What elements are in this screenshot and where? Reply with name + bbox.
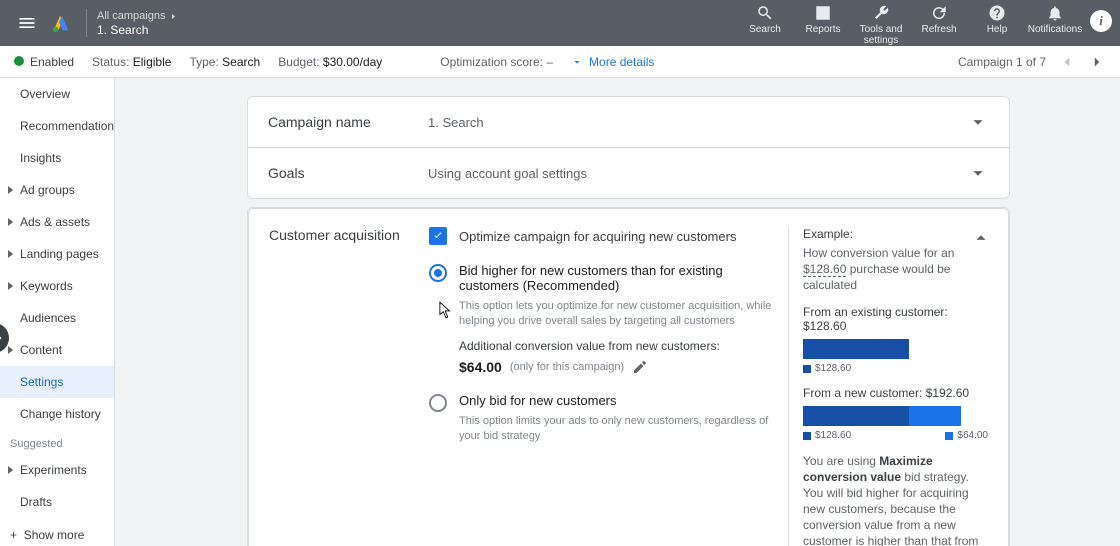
wrench-icon	[872, 4, 890, 22]
divider	[86, 9, 87, 37]
bell-icon	[1046, 4, 1064, 22]
example-panel: Example: How conversion value for an $12…	[788, 227, 988, 546]
prev-campaign-button	[1058, 53, 1076, 71]
example-note: You are using Maximize conversion value …	[803, 453, 988, 546]
chevron-down-icon[interactable]	[967, 162, 989, 184]
tool-notifications[interactable]: Notifications	[1026, 4, 1084, 35]
goals-row[interactable]: Goals Using account goal settings	[248, 147, 1009, 198]
tool-tools-settings[interactable]: Tools and settings	[852, 4, 910, 46]
sidebar-show-more[interactable]: + Show more	[0, 518, 114, 546]
top-header: All campaigns 1. Search Search Reports T…	[0, 0, 1120, 46]
campaign-pager-text: Campaign 1 of 7	[958, 55, 1046, 69]
sidebar-item-keywords[interactable]: Keywords	[0, 270, 114, 302]
breadcrumb[interactable]: All campaigns 1. Search	[97, 9, 178, 37]
radio-selected-icon[interactable]	[429, 264, 447, 282]
breadcrumb-current[interactable]: 1. Search	[97, 23, 178, 37]
sidebar-item-recommendations[interactable]: Recommendations	[0, 110, 114, 142]
next-campaign-button[interactable]	[1088, 53, 1106, 71]
help-icon	[988, 4, 1006, 22]
tool-help[interactable]: Help	[968, 4, 1026, 35]
sidebar-item-settings[interactable]: Settings	[0, 366, 114, 398]
sidebar-item-overview[interactable]: Overview	[0, 78, 114, 110]
chevron-up-icon[interactable]	[970, 227, 992, 249]
more-details-toggle[interactable]: More details	[571, 55, 654, 69]
sidebar-item-ad-groups[interactable]: Ad groups	[0, 174, 114, 206]
sidebar-item-experiments[interactable]: Experiments	[0, 454, 114, 486]
chevron-down-icon	[571, 56, 583, 68]
sidebar-item-insights[interactable]: Insights	[0, 142, 114, 174]
sidebar-item-landing-pages[interactable]: Landing pages	[0, 238, 114, 270]
search-icon	[756, 4, 774, 22]
chevron-right-icon	[169, 12, 178, 21]
type: Type: Search	[189, 55, 260, 69]
option-bid-higher-row[interactable]: Bid higher for new customers than for ex…	[429, 263, 776, 375]
chevron-right-icon	[0, 332, 6, 344]
example-desc: How conversion value for an $128.60 purc…	[803, 245, 988, 293]
radio-unselected-icon[interactable]	[429, 394, 447, 412]
tool-search[interactable]: Search	[736, 4, 794, 35]
body-area: Overview Recommendations Insights Ad gro…	[0, 78, 1120, 546]
breadcrumb-top[interactable]: All campaigns	[97, 9, 165, 23]
menu-icon[interactable]	[8, 0, 46, 46]
card-options: Optimize campaign for acquiring new cust…	[429, 227, 788, 546]
settings-panels: Campaign name 1. Search Goals Using acco…	[247, 96, 1010, 199]
status-enabled[interactable]: Enabled	[14, 55, 74, 69]
additional-value: $64.00 (only for this campaign)	[459, 359, 776, 375]
sidebar-suggested-label: Suggested	[0, 430, 114, 454]
existing-bar: $128.60	[803, 339, 988, 374]
status-bar: Enabled Status: Eligible Type: Search Bu…	[0, 46, 1120, 78]
optimize-checkbox-row[interactable]: Optimize campaign for acquiring new cust…	[429, 227, 776, 245]
tool-reports[interactable]: Reports	[794, 4, 852, 35]
bar-chart-icon	[814, 4, 832, 22]
checkbox-checked-icon[interactable]	[429, 227, 447, 245]
mouse-cursor-icon	[439, 301, 453, 319]
edit-icon[interactable]	[632, 359, 648, 375]
campaign-name-row[interactable]: Campaign name 1. Search	[248, 97, 1009, 147]
google-ads-logo	[46, 0, 76, 46]
sidebar-item-ads-assets[interactable]: Ads & assets	[0, 206, 114, 238]
refresh-icon	[930, 4, 948, 22]
main-content: Campaign name 1. Search Goals Using acco…	[115, 78, 1120, 546]
info-badge[interactable]: i	[1090, 10, 1112, 32]
sidebar-item-audiences[interactable]: Audiences	[0, 302, 114, 334]
header-tools: Search Reports Tools and settings Refres…	[736, 0, 1112, 46]
sidebar-item-content[interactable]: Content	[0, 334, 114, 366]
tool-refresh[interactable]: Refresh	[910, 4, 968, 35]
status-dot-icon	[14, 56, 24, 66]
customer-acquisition-card: Customer acquisition Optimize campaign f…	[247, 207, 1010, 546]
sidebar-item-drafts[interactable]: Drafts	[0, 486, 114, 518]
new-bar: $128.60$64.00	[803, 406, 988, 441]
sidebar-item-change-history[interactable]: Change history	[0, 398, 114, 430]
section-title: Customer acquisition	[269, 227, 429, 546]
optimization-score: Optimization score: –	[440, 55, 553, 69]
budget: Budget: $30.00/day	[278, 55, 382, 69]
option-only-new-row[interactable]: Only bid for new customers This option l…	[429, 393, 776, 444]
left-sidebar: Overview Recommendations Insights Ad gro…	[0, 78, 115, 546]
status: Status: Eligible	[92, 55, 171, 69]
chevron-down-icon[interactable]	[967, 111, 989, 133]
